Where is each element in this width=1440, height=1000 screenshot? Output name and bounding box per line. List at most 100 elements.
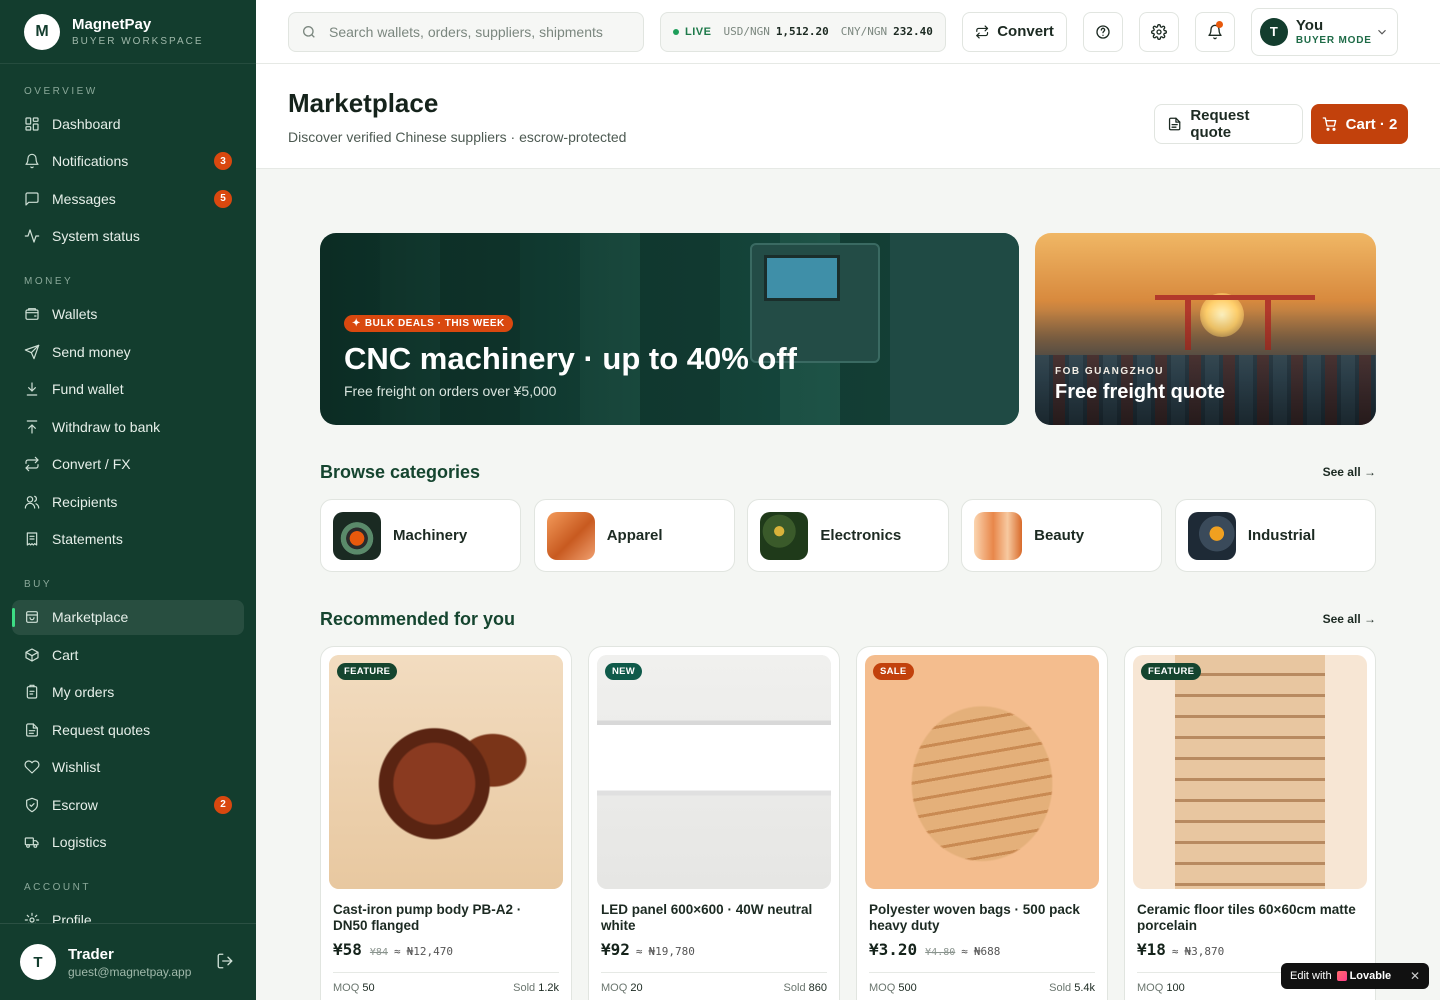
sold-label: Sold — [783, 982, 806, 994]
sidebar-user: T Trader guest@magnetpay.app — [0, 923, 256, 1000]
category-card-industrial[interactable]: Industrial — [1174, 499, 1377, 572]
category-thumbnail — [333, 511, 381, 560]
live-dot-icon — [673, 28, 679, 35]
sidebar-item-label: Notifications — [52, 153, 129, 169]
product-name[interactable]: Polyester woven bags · 500 pack heavy du… — [865, 902, 1099, 934]
swap-icon — [976, 24, 989, 39]
category-thumbnail — [1187, 511, 1236, 560]
sold-value: 5.4k — [1074, 982, 1095, 994]
swap-icon — [24, 456, 40, 472]
product-price: ¥92 — [601, 940, 630, 959]
product-footer: MOQ 50 Sold 1.2k — [333, 972, 559, 994]
live-label: LIVE — [685, 25, 712, 38]
search-box[interactable] — [288, 11, 644, 52]
product-price-ngn: ₦19,780 — [648, 945, 695, 958]
category-thumbnail — [546, 511, 595, 560]
search-input[interactable] — [329, 23, 629, 40]
promo-banner-freight[interactable]: FOB GUANGZHOU Free freight quote — [1035, 233, 1376, 425]
sidebar-item-notifications[interactable]: Notifications 3 — [12, 144, 244, 179]
product-moq: MOQ 500 — [869, 982, 917, 994]
sidebar-item-marketplace[interactable]: Marketplace — [12, 599, 244, 635]
sidebar-item-withdraw-to-bank[interactable]: Withdraw to bank — [12, 409, 244, 444]
lovable-brand: Lovable — [1349, 970, 1392, 982]
lovable-heart-icon — [1336, 971, 1347, 981]
product-footer: MOQ 20 Sold 860 — [601, 972, 827, 994]
sidebar-item-wishlist[interactable]: Wishlist — [12, 750, 244, 785]
main-content: ✦ BULK DEALS · THIS WEEK CNC machinery ·… — [320, 233, 1377, 1000]
product-name[interactable]: Cast-iron pump body PB-A2 · DN50 flanged — [329, 902, 563, 934]
product-badge: SALE — [873, 663, 914, 680]
categories-see-all-link[interactable]: See all → — [1323, 465, 1376, 479]
store-icon — [24, 609, 40, 625]
sidebar-item-label: Statements — [52, 531, 123, 547]
sidebar: M MagnetPay BUYER WORKSPACE OVERVIEW Dash… — [0, 0, 256, 1000]
product-card[interactable]: FEATURE Ceramic floor tiles 60×60cm matte… — [1124, 646, 1376, 1000]
help-button[interactable] — [1082, 11, 1123, 52]
receipt-icon — [24, 531, 40, 547]
moq-value: 500 — [898, 982, 917, 994]
sidebar-item-recipients[interactable]: Recipients — [12, 484, 244, 519]
category-card-machinery[interactable]: Machinery — [320, 499, 522, 572]
deal-tag-label: BULK DEALS · THIS WEEK — [364, 318, 505, 329]
search-icon — [303, 25, 315, 38]
recommended-see-all-link[interactable]: See all → — [1323, 612, 1376, 626]
heart-icon — [24, 759, 40, 775]
category-card-electronics[interactable]: Electronics — [747, 499, 949, 572]
promo-banner-cnc[interactable]: ✦ BULK DEALS · THIS WEEK CNC machinery ·… — [320, 233, 1019, 425]
sidebar-item-wallets[interactable]: Wallets — [12, 297, 244, 332]
sidebar-item-logistics[interactable]: Logistics — [12, 825, 244, 860]
close-icon[interactable]: ✕ — [1410, 969, 1420, 983]
sidebar-item-fund-wallet[interactable]: Fund wallet — [12, 372, 244, 407]
sidebar-item-system-status[interactable]: System status — [12, 219, 244, 254]
product-price: ¥58 — [333, 940, 362, 959]
convert-button[interactable]: Convert — [961, 11, 1067, 52]
user-email: guest@magnetpay.app — [68, 964, 192, 979]
product-card[interactable]: SALE Polyester woven bags · 500 pack heav… — [856, 646, 1108, 1000]
sidebar-item-label: Withdraw to bank — [52, 418, 161, 435]
sidebar-item-convert-fx[interactable]: Convert / FX — [12, 447, 244, 482]
banner-subtitle: Free freight on orders over ¥5,000 — [344, 383, 557, 399]
cart-button[interactable]: Cart · 2 — [1311, 104, 1408, 144]
category-card-beauty[interactable]: Beauty — [961, 499, 1163, 572]
product-name[interactable]: Ceramic floor tiles 60×60cm matte porcel… — [1133, 902, 1367, 934]
rate-value: 1,512.20 — [775, 25, 829, 38]
brand[interactable]: M MagnetPay BUYER WORKSPACE — [0, 0, 256, 64]
sidebar-nav: OVERVIEW Dashboard Notifications 3 Messages 5… — [0, 64, 256, 938]
sidebar-item-statements[interactable]: Statements — [12, 522, 244, 557]
notifications-button[interactable] — [1194, 11, 1235, 52]
product-card[interactable]: FEATURE Cast-iron pump body PB-A2 · DN50 … — [320, 646, 572, 1000]
request-quote-button[interactable]: Request quote — [1154, 104, 1303, 144]
brand-subtitle: BUYER WORKSPACE — [72, 36, 204, 47]
avatar[interactable]: T — [20, 944, 56, 980]
clipboard-icon — [24, 684, 40, 700]
send-icon — [24, 344, 40, 360]
sidebar-item-request-quotes[interactable]: Request quotes — [12, 712, 244, 747]
sold-label: Sold — [513, 982, 536, 994]
help-icon — [1096, 24, 1110, 39]
sidebar-item-my-orders[interactable]: My orders — [12, 675, 244, 710]
sold-value: 860 — [808, 982, 827, 994]
category-card-apparel[interactable]: Apparel — [533, 499, 735, 572]
sidebar-item-cart[interactable]: Cart — [12, 637, 244, 672]
chevron-down-icon — [1375, 25, 1389, 39]
cart-label: Cart · 2 — [1345, 115, 1398, 133]
moq-label: MOQ — [601, 982, 628, 994]
nav-heading: BUY — [24, 579, 53, 590]
product-price-row: ¥58 ¥84 ≈ ₦12,470 — [329, 940, 563, 959]
product-image: NEW — [597, 655, 831, 889]
moq-label: MOQ — [869, 982, 896, 994]
product-name[interactable]: LED panel 600×600 · 40W neutral white — [597, 902, 831, 934]
settings-button[interactable] — [1138, 11, 1179, 52]
sidebar-item-messages[interactable]: Messages 5 — [12, 181, 244, 216]
user-menu[interactable]: T You BUYER MODE — [1250, 7, 1398, 56]
sidebar-item-send-money[interactable]: Send money — [12, 334, 244, 369]
machine-illustration — [890, 233, 1019, 425]
sidebar-item-escrow[interactable]: Escrow 2 — [12, 787, 244, 822]
lovable-badge[interactable]: Edit with Lovable ✕ — [1281, 963, 1429, 989]
sold-label: Sold — [1049, 982, 1072, 994]
sidebar-item-dashboard[interactable]: Dashboard — [12, 106, 244, 141]
product-card[interactable]: NEW LED panel 600×600 · 40W neutral white… — [588, 646, 840, 1000]
logout-icon[interactable] — [216, 952, 236, 972]
dashboard-icon — [24, 116, 40, 132]
sidebar-item-label: Fund wallet — [52, 381, 124, 397]
